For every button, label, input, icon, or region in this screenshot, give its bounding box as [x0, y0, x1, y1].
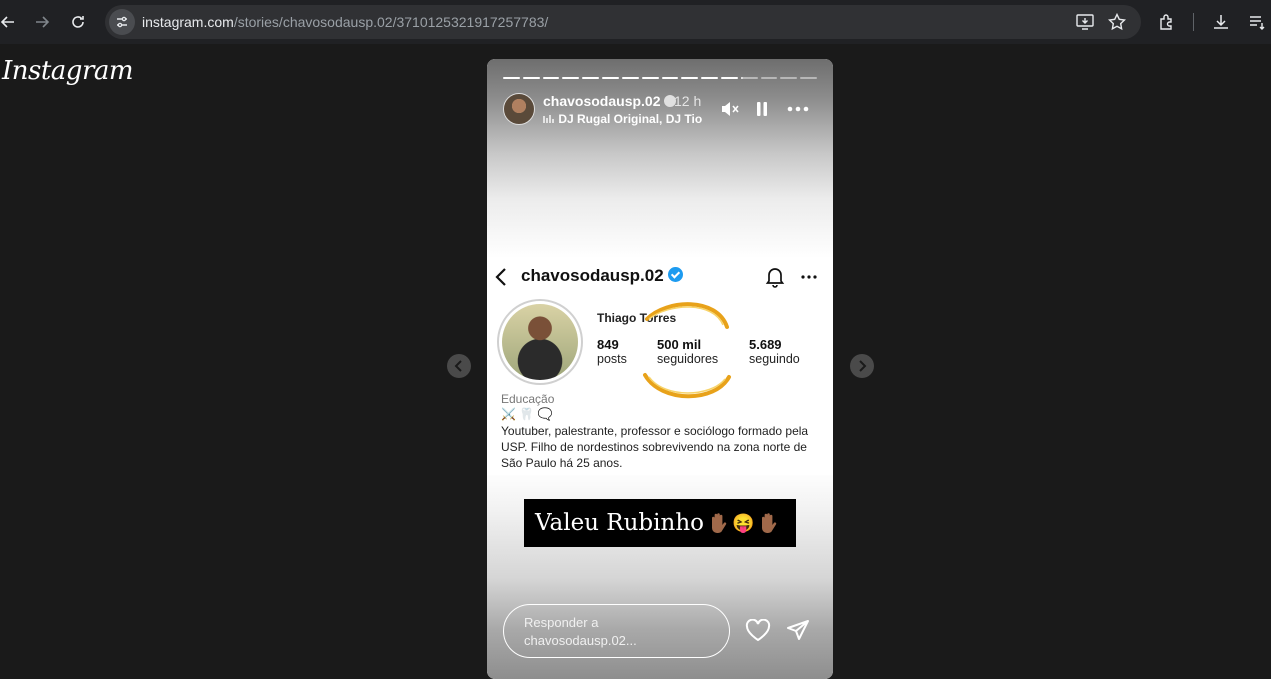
- profile-username: chavosodausp.02: [521, 266, 664, 285]
- story-timestamp: 12 h: [674, 93, 702, 109]
- ellipsis-icon: [799, 266, 819, 288]
- story-music-row[interactable]: DJ Rugal Original, DJ Tio Jo: [543, 112, 705, 126]
- toolbar-divider: [1193, 13, 1194, 31]
- progress-segment: [661, 77, 679, 79]
- stat-posts-label: posts: [597, 352, 627, 366]
- caption-text: Valeu Rubinho: [535, 510, 704, 536]
- bookmark-star-icon[interactable]: [1107, 12, 1127, 32]
- mute-icon[interactable]: [718, 97, 742, 121]
- profile-username-row: chavosodausp.02: [521, 266, 683, 286]
- instagram-logo[interactable]: Instagram: [2, 56, 134, 86]
- progress-segment: [621, 77, 639, 79]
- audio-bars-icon: [543, 115, 554, 123]
- story-top-gradient: [487, 59, 833, 259]
- previous-story-button[interactable]: [447, 354, 471, 378]
- next-story-button[interactable]: [850, 354, 874, 378]
- extensions-icon[interactable]: [1156, 11, 1178, 33]
- profile-bio: Youtuber, palestrante, professor e soció…: [501, 424, 809, 470]
- site-info-icon[interactable]: [109, 9, 135, 35]
- url-path: /stories/chavosodausp.02/371012532191725…: [233, 14, 549, 30]
- progress-segment: [522, 77, 540, 79]
- caption-emoji: 😝: [732, 512, 755, 534]
- progress-segment: [760, 77, 778, 79]
- profile-avatar: [497, 299, 583, 385]
- pause-icon[interactable]: [750, 97, 774, 121]
- story-music-label: DJ Rugal Original, DJ Tio Jo: [558, 112, 705, 126]
- progress-segment: [701, 77, 718, 79]
- story-avatar[interactable]: [503, 93, 535, 125]
- forward-arrow-icon[interactable]: [28, 8, 56, 36]
- raised-hand-emoji-icon: [712, 513, 727, 533]
- install-app-icon[interactable]: [1075, 12, 1095, 32]
- bell-icon: [764, 266, 786, 288]
- progress-segment: [641, 77, 659, 79]
- story-viewer[interactable]: chavosodausp.02 12 h DJ Rugal Original, …: [487, 59, 833, 679]
- story-username-row[interactable]: chavosodausp.02: [543, 93, 676, 109]
- downloads-icon[interactable]: [1210, 11, 1232, 33]
- progress-segment: [542, 77, 560, 79]
- stat-posts: 849 posts: [597, 337, 627, 366]
- url-text: instagram.com/stories/chavosodausp.02/37…: [142, 14, 548, 30]
- raised-hand-emoji-icon: [762, 513, 777, 533]
- progress-segment: [602, 77, 619, 79]
- url-host: instagram.com: [142, 14, 234, 30]
- progress-segment: [780, 77, 798, 79]
- progress-segment: [800, 77, 817, 79]
- reload-icon[interactable]: [64, 8, 92, 36]
- profile-category: Educação: [501, 392, 555, 406]
- browser-toolbar: instagram.com/stories/chavosodausp.02/37…: [0, 0, 1271, 44]
- stat-followers-value: 500 mil: [657, 337, 702, 352]
- caption-sticker: Valeu Rubinho 😝: [524, 499, 796, 547]
- stat-following-label: seguindo: [749, 352, 800, 366]
- stat-posts-value: 849: [597, 337, 619, 352]
- progress-segment: [740, 77, 758, 79]
- progress-segment: [503, 77, 520, 79]
- address-bar[interactable]: instagram.com/stories/chavosodausp.02/37…: [105, 5, 1141, 39]
- back-arrow-icon[interactable]: [0, 8, 22, 36]
- stat-followers-label: seguidores: [657, 352, 719, 366]
- stat-followers: 500 mil seguidores: [657, 337, 718, 366]
- stat-following-value: 5.689: [749, 337, 782, 352]
- story-username[interactable]: chavosodausp.02: [543, 93, 661, 109]
- progress-segment: [720, 77, 738, 79]
- heart-icon[interactable]: [744, 617, 772, 645]
- profile-photo: [502, 304, 578, 380]
- story-progress-bar: [503, 77, 817, 80]
- send-icon[interactable]: [784, 617, 812, 645]
- bio-emoji: ⚔️ 🦷 🗨️: [501, 407, 553, 421]
- shared-profile-screenshot: chavosodausp.02 Thiago Torres 849 posts …: [487, 257, 833, 475]
- chevron-left-icon: [493, 267, 509, 287]
- more-options-icon[interactable]: [786, 97, 810, 121]
- progress-segment: [562, 77, 580, 79]
- verified-badge-icon: [667, 267, 683, 282]
- progress-segment: [582, 77, 600, 79]
- reading-list-icon[interactable]: [1246, 11, 1268, 33]
- progress-segment: [681, 77, 699, 79]
- stat-following: 5.689 seguindo: [749, 337, 800, 366]
- reply-input[interactable]: Responder a chavosodausp.02...: [503, 604, 730, 658]
